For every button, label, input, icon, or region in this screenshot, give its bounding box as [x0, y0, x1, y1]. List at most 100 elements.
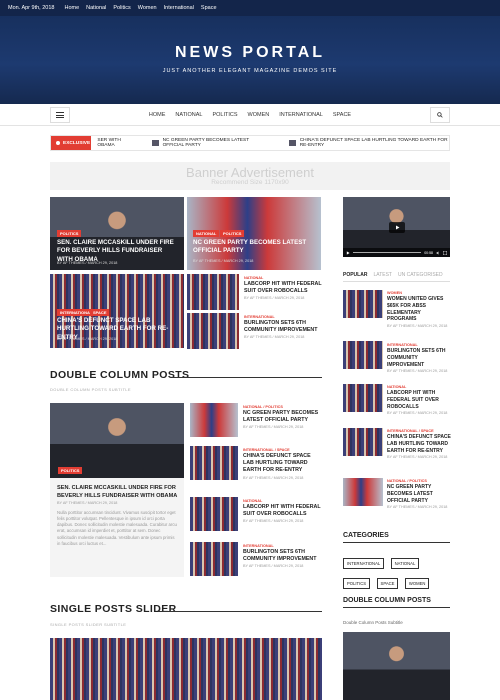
post-title[interactable]: SEN. CLAIRE MCCASKILL UNDER FIRE FOR BEV…: [57, 485, 179, 500]
breaking-ticker: EXCLUSIVE SER WITH OBAMA NC GREEN PARTY …: [50, 135, 450, 151]
play-icon[interactable]: [346, 250, 350, 255]
post-meta: BY AF THEMES / MARCH 29, 2018: [57, 337, 118, 341]
ticker-item[interactable]: NC GREEN PARTY BECOMES LATEST OFFICIAL P…: [151, 138, 271, 148]
post-thumbnail[interactable]: [343, 632, 450, 700]
post-meta: BY AF THEMES / MARCH 29, 2018: [57, 501, 118, 506]
category-tag[interactable]: POLITICS: [57, 230, 82, 237]
double-list-item: INTERNATIONAL / SPACE CHINA'S DEFUNCT SP…: [243, 448, 311, 480]
post-thumbnail[interactable]: [190, 403, 238, 437]
divider: [172, 377, 322, 378]
post-thumbnail[interactable]: [343, 478, 383, 506]
category-politics[interactable]: POLITICS: [343, 578, 371, 589]
category-tag[interactable]: SPACE: [90, 309, 110, 316]
featured-small-2: INTERNATIONAL BURLINGTON SETS 6TH COMMUN…: [244, 315, 318, 340]
banner-subtitle: Recommend Size 1170x90: [211, 179, 289, 186]
section-subtitle: DOUBLE COLUMN POSTS SUBTITLE: [50, 387, 131, 392]
category-tag[interactable]: POLITICS: [58, 467, 83, 474]
date-label: Mon. Apr 9th, 2018: [8, 5, 55, 11]
site-header: NEWS PORTAL JUST ANOTHER ELEGANT MAGAZIN…: [0, 16, 500, 104]
tab-latest[interactable]: LATEST: [373, 272, 392, 278]
post-thumbnail[interactable]: [187, 313, 239, 349]
video-controls: 00:58: [343, 248, 450, 257]
category-women[interactable]: WOMEN: [404, 578, 430, 589]
nav-national[interactable]: NATIONAL: [175, 112, 202, 118]
post-thumbnail[interactable]: [343, 290, 383, 318]
play-icon: [395, 225, 399, 230]
post-thumbnail[interactable]: [190, 446, 238, 480]
menu-toggle-button[interactable]: [50, 107, 70, 123]
video-time: 00:58: [424, 250, 433, 255]
featured-card-2[interactable]: NATIONAL POLITICS NC GREEN PARTY BECOMES…: [187, 197, 321, 270]
top-nav-space[interactable]: Space: [201, 5, 217, 11]
category-space[interactable]: SPACE: [376, 578, 399, 589]
top-nav-women[interactable]: Women: [138, 5, 157, 11]
top-nav-home[interactable]: Home: [64, 5, 79, 11]
ticker-thumb: [288, 140, 296, 146]
double-list-item: NATIONAL / POLITICS NC GREEN PARTY BECOM…: [243, 405, 319, 430]
section-heading: DOUBLE COLUMN POSTS: [50, 369, 190, 381]
play-button[interactable]: [389, 222, 405, 233]
slider-image[interactable]: [50, 638, 322, 700]
video-player[interactable]: 00:58: [343, 197, 450, 257]
sidebar-tabs: POPULAR LATEST UN CATEGORISED: [343, 272, 450, 282]
tab-uncategorised[interactable]: UN CATEGORISED: [398, 272, 443, 278]
search-icon: [437, 112, 443, 118]
post-thumbnail[interactable]: [343, 341, 383, 369]
ticker-item[interactable]: SER WITH OBAMA: [97, 138, 133, 148]
nav-space[interactable]: SPACE: [333, 112, 351, 118]
category-tag[interactable]: NATIONAL: [193, 230, 220, 237]
nav-international[interactable]: INTERNATIONAL: [279, 112, 323, 118]
banner-ad[interactable]: Banner Advertisement Recommend Size 1170…: [50, 162, 450, 190]
sidebar-post: INTERNATIONAL / SPACE CHINA'S DEFUNCT SP…: [387, 429, 451, 460]
volume-icon[interactable]: [436, 250, 440, 255]
banner-title: Banner Advertisement: [186, 165, 314, 180]
post-meta: BY AF THEMES / MARCH 29, 2018: [57, 261, 118, 265]
sidebar-post: NATIONAL LABCORP HIT WITH FEDERAL SUIT O…: [387, 385, 448, 416]
sidebar-double-subtitle: Double Column Posts Subtitle: [343, 620, 403, 625]
post-thumbnail[interactable]: POLITICS: [50, 403, 184, 478]
sidebar-double-heading: DOUBLE COLUMN POSTS: [343, 597, 450, 608]
tab-popular[interactable]: POPULAR: [343, 272, 367, 278]
nav-home[interactable]: HOME: [149, 112, 166, 118]
top-bar: Mon. Apr 9th, 2018 Home National Politic…: [0, 0, 500, 16]
main-nav: HOME NATIONAL POLITICS WOMEN INTERNATION…: [0, 104, 500, 126]
categories-list: INTERNATIONAL NATIONAL POLITICS SPACE WO…: [343, 552, 450, 592]
exclusive-label: EXCLUSIVE: [51, 136, 92, 150]
double-list-item: NATIONAL LABCORP HIT WITH FEDERAL SUIT O…: [243, 499, 321, 524]
nav-women[interactable]: WOMEN: [248, 112, 270, 118]
featured-card-3[interactable]: INTERNATIONAL SPACE CHINA'S DEFUNCT SPAC…: [50, 274, 184, 348]
post-thumbnail[interactable]: [187, 274, 239, 310]
double-main-text: SEN. CLAIRE MCCASKILL UNDER FIRE FOR BEV…: [57, 485, 179, 547]
featured-title[interactable]: NC GREEN PARTY BECOMES LATEST OFFICIAL P…: [193, 239, 313, 256]
sidebar-post: NATIONAL / POLITICS NC GREEN PARTY BECOM…: [387, 479, 448, 510]
ticker-thumb: [151, 140, 159, 146]
post-thumbnail[interactable]: [190, 497, 238, 531]
section-subtitle: SINGLE POSTS SLIDER SUBTITLE: [50, 622, 127, 627]
fullscreen-icon[interactable]: [443, 250, 447, 255]
post-excerpt: Nulla porttitor accumsan tincidunt. Viva…: [57, 509, 177, 546]
top-nav-national[interactable]: National: [86, 5, 106, 11]
category-tag[interactable]: POLITICS: [220, 230, 245, 237]
top-nav-international[interactable]: International: [164, 5, 194, 11]
section-heading: SINGLE POSTS SLIDER: [50, 603, 177, 615]
post-thumbnail[interactable]: [190, 542, 238, 576]
featured-small-1: NATIONAL LABCORP HIT WITH FEDERAL SUIT O…: [244, 276, 322, 301]
post-thumbnail[interactable]: [343, 384, 383, 412]
nav-politics[interactable]: POLITICS: [212, 112, 237, 118]
sidebar-post: WOMEN WOMEN UNITED GIVES $65K FOR ABSS E…: [387, 291, 448, 329]
ticker-item[interactable]: CHINA'S DEFUNCT SPACE LAB HURTLING TOWAR…: [288, 138, 449, 148]
site-title[interactable]: NEWS PORTAL: [0, 44, 500, 62]
progress-bar[interactable]: [353, 252, 422, 253]
categories-heading: CATEGORIES: [343, 532, 450, 543]
search-button[interactable]: [430, 107, 450, 123]
category-national[interactable]: NATIONAL: [390, 558, 420, 569]
category-international[interactable]: INTERNATIONAL: [343, 558, 385, 569]
divider: [158, 611, 322, 612]
double-main-card: POLITICS SEN. CLAIRE MCCASKILL UNDER FIR…: [50, 403, 184, 577]
top-nav-politics[interactable]: Politics: [113, 5, 130, 11]
sidebar-post: INTERNATIONAL BURLINGTON SETS 6TH COMMUN…: [387, 343, 448, 374]
double-list-item: INTERNATIONAL BURLINGTON SETS 6TH COMMUN…: [243, 544, 317, 569]
site-tagline: JUST ANOTHER ELEGANT MAGAZINE DEMOS SITE: [162, 68, 338, 74]
featured-card-1[interactable]: POLITICS SEN. CLAIRE MCCASKILL UNDER FIR…: [50, 197, 184, 270]
post-thumbnail[interactable]: [343, 428, 383, 456]
